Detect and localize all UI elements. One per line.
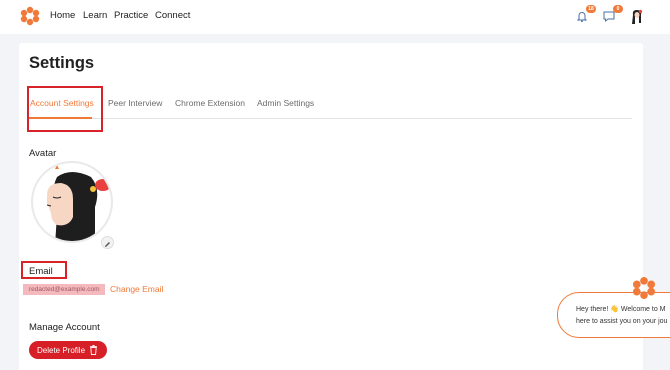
brand-logo-icon[interactable] xyxy=(20,6,40,26)
chat-bot-logo-icon[interactable] xyxy=(632,276,656,300)
avatar-label: Avatar xyxy=(29,148,57,159)
manage-account-label: Manage Account xyxy=(29,322,100,333)
tab-divider xyxy=(29,118,632,119)
profile-avatar xyxy=(31,161,113,243)
top-navbar: Home Learn Practice Connect 18 0 xyxy=(0,0,670,34)
user-avatar[interactable] xyxy=(629,8,645,26)
chat-message-line-1: Hey there! 👋 Welcome to M xyxy=(576,306,666,313)
highlight-box-email xyxy=(21,261,67,279)
nav-link-practice[interactable]: Practice xyxy=(114,10,148,21)
nav-link-learn[interactable]: Learn xyxy=(83,10,107,21)
trash-icon xyxy=(90,345,97,355)
email-value: redacted@example.com xyxy=(23,284,105,295)
highlight-box-account-tab xyxy=(27,86,103,132)
nav-link-home[interactable]: Home xyxy=(50,10,75,21)
delete-profile-button[interactable]: Delete Profile xyxy=(29,341,107,359)
nav-link-connect[interactable]: Connect xyxy=(155,10,190,21)
change-email-link[interactable]: Change Email xyxy=(110,284,163,294)
tab-admin-settings[interactable]: Admin Settings xyxy=(257,98,314,108)
delete-profile-label: Delete Profile xyxy=(37,346,86,355)
chat-message-line-2: here to assist you on your jou xyxy=(576,318,668,325)
message-count-badge: 0 xyxy=(613,5,623,13)
page-title: Settings xyxy=(29,54,95,72)
tab-chrome-extension[interactable]: Chrome Extension xyxy=(175,98,245,108)
tab-peer-interview[interactable]: Peer Interview xyxy=(108,98,162,108)
notification-count-badge: 18 xyxy=(586,5,596,13)
pencil-icon xyxy=(105,242,110,247)
edit-avatar-button[interactable] xyxy=(101,236,114,249)
